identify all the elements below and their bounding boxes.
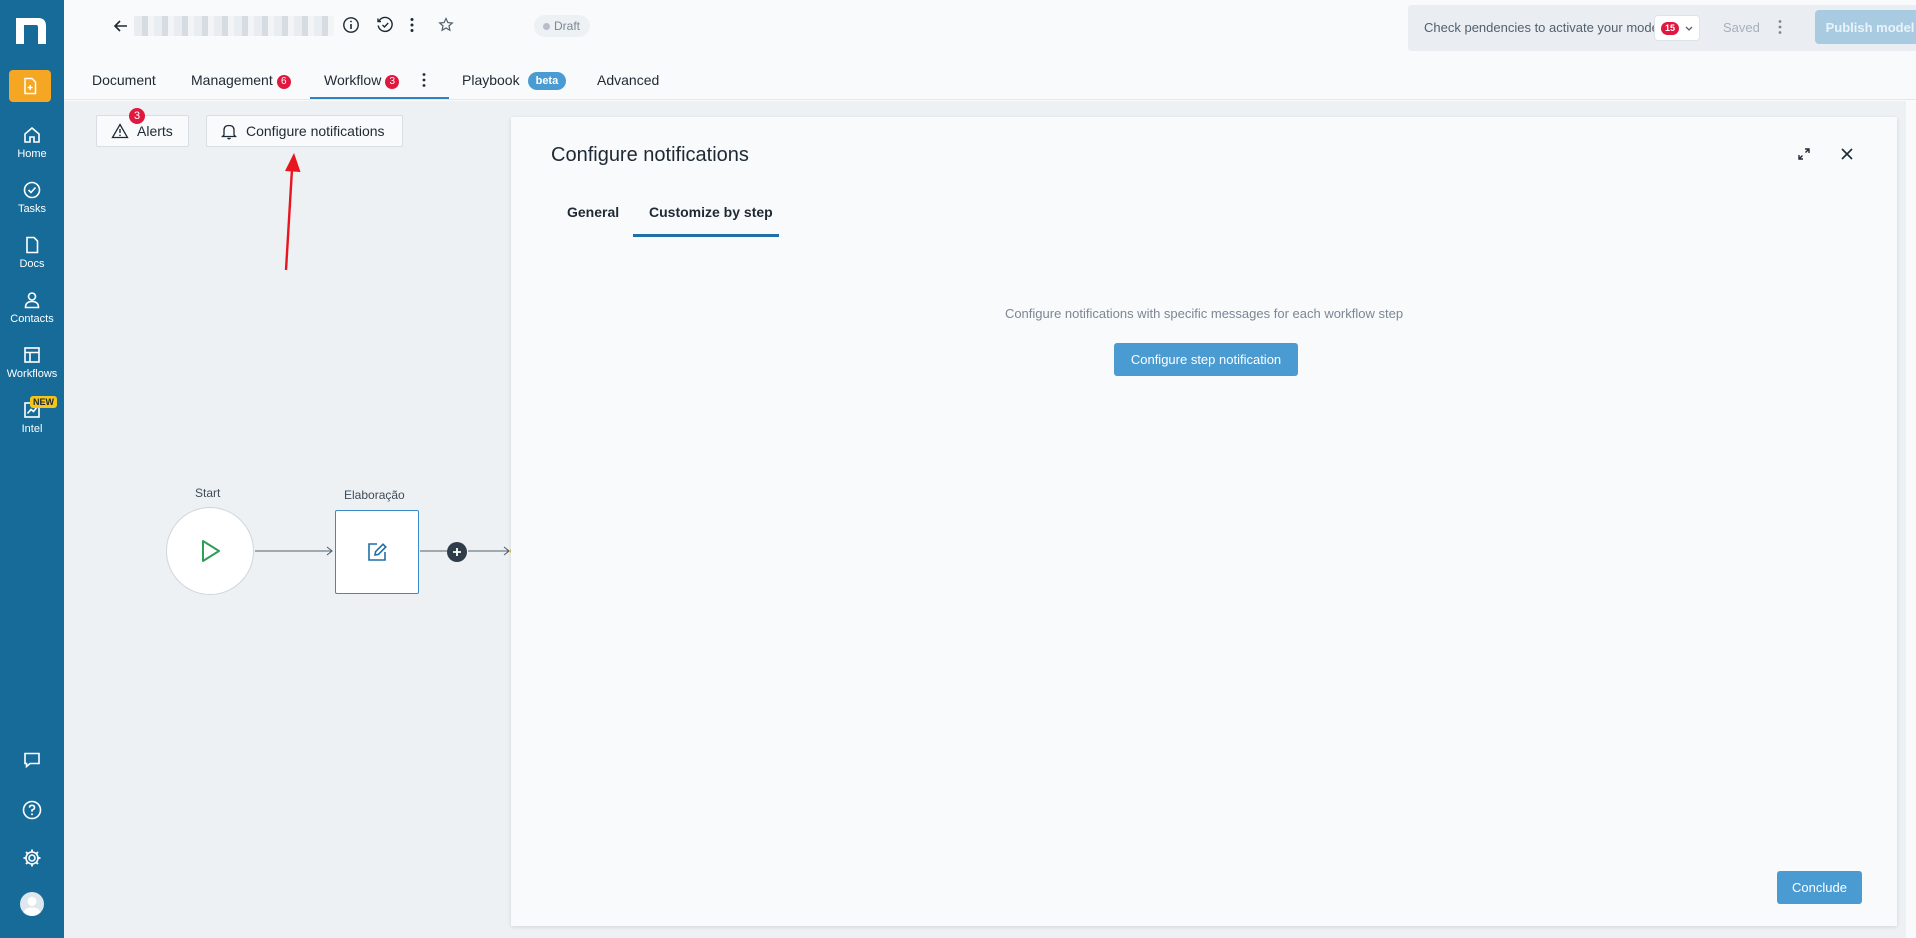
sidebar-item-label: Home (17, 148, 47, 160)
sidebar-item-label: Contacts (10, 313, 54, 325)
task-node-elaboracao[interactable] (335, 510, 419, 594)
warning-icon (111, 123, 129, 139)
close-icon[interactable] (1840, 147, 1854, 161)
star-icon[interactable] (438, 16, 454, 34)
pendencies-text: Check pendencies to activate your model (1424, 20, 1662, 35)
gear-icon (23, 849, 41, 867)
help-icon (22, 800, 42, 820)
sidebar-item-workflows[interactable]: Workflows (0, 345, 64, 395)
tab-label: Playbook (462, 72, 520, 88)
avatar (20, 892, 44, 916)
alerts-label: Alerts (137, 123, 173, 139)
empty-state-message: Configure notifications with specific me… (1004, 306, 1404, 321)
edit-icon (368, 543, 387, 561)
publish-model-button[interactable]: Publish model (1815, 10, 1916, 44)
annotation-arrow (284, 153, 301, 271)
step-node-label: Elaboração (344, 488, 405, 502)
alerts-button[interactable]: Alerts 3 (96, 108, 189, 147)
sidebar-item-label: Intel (21, 423, 43, 435)
bell-icon (221, 124, 237, 140)
chat-button[interactable] (0, 750, 64, 770)
document-icon (26, 236, 39, 254)
help-button[interactable] (0, 799, 64, 821)
more-vertical-icon[interactable] (1774, 18, 1786, 36)
more-vertical-icon[interactable] (406, 16, 418, 34)
pendencies-dropdown[interactable]: 15 (1654, 15, 1700, 41)
new-badge: NEW (30, 396, 57, 408)
add-step-button[interactable] (447, 542, 467, 562)
workflow-tab-menu-icon[interactable] (418, 71, 430, 89)
sidebar-item-intel[interactable]: Intel NEW (0, 396, 64, 450)
tab-playbook[interactable]: Playbook beta (462, 72, 567, 90)
panel-tab-customize-by-step[interactable]: Customize by step (649, 204, 773, 220)
connector-arrow (468, 544, 517, 558)
chat-icon (24, 752, 40, 769)
expand-icon[interactable] (1797, 147, 1811, 161)
chevron-down-icon (1685, 26, 1693, 31)
check-circle-icon (23, 181, 41, 199)
sidebar-item-contacts[interactable]: Contacts (0, 290, 64, 340)
start-node[interactable] (166, 507, 254, 595)
status-badge: Draft (534, 15, 591, 37)
top-bar: Draft Check pendencies to activate your … (64, 0, 1916, 100)
play-icon (202, 540, 220, 562)
sidebar-item-tasks[interactable]: Tasks (0, 180, 64, 230)
right-scrollbar[interactable] (1906, 101, 1916, 938)
tab-workflow[interactable]: Workflow 3 (324, 72, 400, 89)
home-icon (24, 126, 40, 143)
back-arrow-icon[interactable] (112, 17, 130, 35)
panel-active-tab-indicator (633, 234, 779, 237)
tab-label: Management (191, 72, 273, 88)
pendencies-count: 15 (1661, 22, 1679, 35)
sidebar-item-label: Docs (19, 258, 45, 270)
tab-label: Advanced (597, 72, 660, 88)
tab-document[interactable]: Document (92, 72, 156, 88)
start-node-label: Start (195, 486, 221, 500)
new-document-icon (24, 77, 37, 95)
configure-notifications-label: Configure notifications (246, 123, 385, 139)
active-tab-indicator (310, 97, 449, 99)
conclude-button[interactable]: Conclude (1777, 871, 1862, 904)
plus-icon (453, 548, 461, 556)
user-menu[interactable] (0, 892, 64, 916)
alerts-count-badge: 3 (129, 108, 145, 124)
tab-advanced[interactable]: Advanced (597, 72, 659, 88)
tab-label: Workflow (324, 72, 382, 88)
sidebar-item-label: Tasks (17, 203, 47, 215)
sidebar-item-label: Workflows (6, 368, 58, 380)
panel-title: Configure notifications (551, 144, 749, 166)
sidebar-item-home[interactable]: Home (0, 125, 64, 175)
tab-count-badge: 3 (385, 75, 400, 89)
person-icon (24, 292, 40, 309)
workflow-icon (24, 347, 40, 363)
user-avatar-icon (23, 897, 41, 916)
tab-count-badge: 6 (276, 75, 291, 89)
app-logo[interactable] (12, 12, 50, 48)
settings-button[interactable] (0, 847, 64, 869)
connector-arrow (255, 546, 333, 556)
history-icon[interactable] (376, 16, 394, 34)
info-icon[interactable] (342, 16, 360, 34)
configure-step-notification-button[interactable]: Configure step notification (1114, 343, 1298, 376)
document-title-redacted (134, 16, 334, 36)
sidebar-item-docs[interactable]: Docs (0, 235, 64, 285)
configure-notifications-button[interactable]: Configure notifications (206, 115, 403, 147)
beta-badge: beta (527, 72, 567, 90)
configure-notifications-panel: Configure notifications General Customiz… (511, 117, 1897, 926)
pendencies-bar: Check pendencies to activate your model … (1408, 5, 1916, 51)
tab-label: Document (92, 72, 156, 88)
connector-line (420, 550, 447, 552)
sidebar: Home Tasks Docs Contacts Workflows Intel… (0, 0, 64, 938)
tab-management[interactable]: Management 6 (191, 72, 291, 89)
new-document-button[interactable] (9, 70, 51, 102)
saved-status: Saved (1723, 20, 1760, 35)
panel-tab-general[interactable]: General (567, 204, 619, 220)
